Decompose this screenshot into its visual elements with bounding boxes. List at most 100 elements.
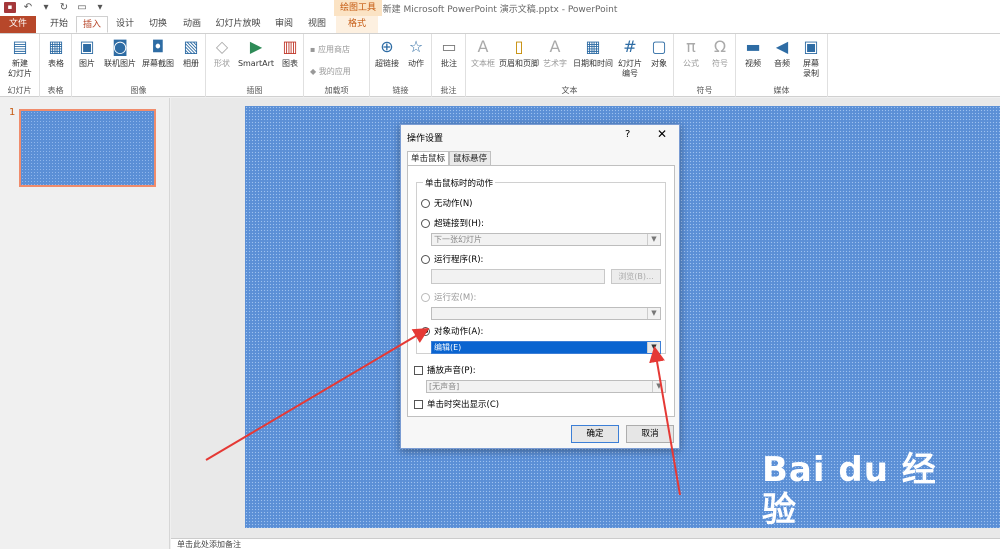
tab-animations[interactable]: 动画 bbox=[177, 16, 207, 33]
speaker-icon: ◀ bbox=[775, 37, 789, 56]
tab-design[interactable]: 设计 bbox=[111, 16, 139, 33]
comment-button[interactable]: ▭ 批注 bbox=[435, 37, 463, 69]
tab-insert[interactable]: 插入 bbox=[76, 16, 108, 33]
group-links: ⊕ 超链接 ☆ 动作 链接 bbox=[370, 34, 432, 97]
group-tables: ▦ 表格 表格 bbox=[40, 34, 72, 97]
online-picture-button[interactable]: ◙ 联机图片 bbox=[102, 37, 138, 69]
radio-object-action[interactable]: 对象动作(A): bbox=[421, 325, 483, 337]
macro-select[interactable]: ▼ bbox=[431, 307, 661, 320]
slide-thumbnail[interactable] bbox=[19, 109, 156, 187]
radio-run-macro-circle[interactable] bbox=[421, 292, 430, 302]
group-illustrations: ◇ 形状 ▶ SmartArt ▥ 图表 插图 bbox=[206, 34, 304, 97]
picture-icon: ▣ bbox=[79, 37, 95, 56]
radio-none[interactable]: 无动作(N) bbox=[421, 197, 473, 209]
slide-thumbnail-pane: 1 bbox=[0, 98, 170, 549]
screen-recording-button[interactable]: ▣ 屏幕 录制 bbox=[796, 37, 826, 79]
table-icon: ▦ bbox=[48, 37, 64, 56]
radio-object-action-circle[interactable] bbox=[421, 326, 430, 336]
equation-button[interactable]: π 公式 bbox=[677, 37, 705, 69]
hyperlink-select[interactable]: 下一张幻灯片 ▼ bbox=[431, 233, 661, 246]
textbox-button[interactable]: A 文本框 bbox=[468, 37, 498, 69]
group-comments: ▭ 批注 批注 bbox=[432, 34, 466, 97]
online-picture-icon: ◙ bbox=[112, 37, 128, 56]
my-apps-button[interactable]: ◆ 我的应用 bbox=[310, 66, 351, 77]
highlight-checkbox[interactable]: 单击时突出显示(C) bbox=[414, 398, 499, 410]
action-button[interactable]: ☆ 动作 bbox=[403, 37, 429, 69]
new-slide-button[interactable]: ▤ 新建 幻灯片 bbox=[3, 37, 37, 79]
screen-recording-icon: ▣ bbox=[803, 37, 819, 56]
table-button[interactable]: ▦ 表格 bbox=[42, 37, 70, 69]
new-slide-icon: ▤ bbox=[12, 37, 28, 56]
baidu-watermark: Bai du 经验 jingyan.baidu.com bbox=[762, 450, 962, 549]
play-sound-checkbox[interactable]: 播放声音(P): bbox=[414, 364, 476, 376]
ok-button[interactable]: 确定 bbox=[571, 425, 619, 443]
tab-review[interactable]: 审阅 bbox=[269, 16, 299, 33]
object-button[interactable]: ▢ 对象 bbox=[646, 37, 672, 69]
radio-run-program[interactable]: 运行程序(R): bbox=[421, 253, 483, 265]
chevron-down-icon[interactable]: ▼ bbox=[647, 342, 660, 353]
tab-home[interactable]: 开始 bbox=[44, 16, 74, 33]
ribbon-tabs: 文件 开始 插入 设计 切换 动画 幻灯片放映 审阅 视图 格式 bbox=[0, 16, 1000, 33]
highlight-check[interactable] bbox=[414, 399, 423, 409]
cancel-button[interactable]: 取消 bbox=[626, 425, 674, 443]
hyperlink-icon: ⊕ bbox=[380, 37, 394, 56]
chevron-down-icon[interactable]: ▼ bbox=[647, 308, 660, 319]
play-sound-check[interactable] bbox=[414, 365, 423, 375]
radio-hyperlink-circle[interactable] bbox=[421, 218, 430, 228]
group-images: ▣ 图片 ◙ 联机图片 ◘ 屏幕截图 ▧ 相册 图像 bbox=[72, 34, 206, 97]
sound-select[interactable]: [无声音] ▼ bbox=[426, 380, 666, 393]
video-button[interactable]: ▬ 视频 bbox=[739, 37, 767, 69]
group-addins: ▪ 应用商店 ◆ 我的应用 加载项 bbox=[304, 34, 370, 97]
shapes-button[interactable]: ◇ 形状 bbox=[209, 37, 235, 69]
context-tool-label: 绘图工具 bbox=[334, 0, 382, 16]
tab-mouse-over[interactable]: 鼠标悬停 bbox=[449, 151, 492, 166]
video-icon: ▬ bbox=[745, 37, 761, 56]
group-media: ▬ 视频 ◀ 音频 ▣ 屏幕 录制 媒体 bbox=[736, 34, 828, 97]
hyperlink-button[interactable]: ⊕ 超链接 bbox=[373, 37, 401, 69]
my-apps-icon: ◆ bbox=[310, 67, 319, 76]
browse-button[interactable]: 浏览(B)... bbox=[611, 269, 661, 284]
audio-button[interactable]: ◀ 音频 bbox=[768, 37, 796, 69]
chart-button[interactable]: ▥ 图表 bbox=[278, 37, 302, 69]
tab-view[interactable]: 视图 bbox=[302, 16, 332, 33]
group-slides: ▤ 新建 幻灯片 幻灯片 bbox=[0, 34, 40, 97]
comment-icon: ▭ bbox=[441, 37, 457, 56]
radio-hyperlink[interactable]: 超链接到(H): bbox=[421, 217, 484, 229]
program-path-input[interactable] bbox=[431, 269, 605, 284]
header-footer-icon: ▯ bbox=[514, 37, 524, 56]
close-icon[interactable]: ✕ bbox=[657, 127, 667, 141]
album-icon: ▧ bbox=[183, 37, 199, 56]
store-button[interactable]: ▪ 应用商店 bbox=[310, 44, 350, 55]
help-button[interactable]: ? bbox=[625, 129, 630, 140]
datetime-button[interactable]: ▦ 日期和时间 bbox=[570, 37, 616, 69]
screenshot-button[interactable]: ◘ 屏幕截图 bbox=[140, 37, 176, 69]
symbol-button[interactable]: Ω 符号 bbox=[706, 37, 734, 69]
slide-number-button[interactable]: # 幻灯片 编号 bbox=[616, 37, 644, 79]
group-text: A 文本框 ▯ 页眉和页脚 A 艺术字 ▦ 日期和时间 # 幻灯片 编号 ▢ 对… bbox=[466, 34, 674, 97]
ribbon: ▤ 新建 幻灯片 幻灯片 ▦ 表格 表格 ▣ 图片 ◙ 联机图片 ◘ 屏幕截图 … bbox=[0, 33, 1000, 97]
chevron-down-icon[interactable]: ▼ bbox=[652, 381, 665, 392]
tab-slideshow[interactable]: 幻灯片放映 bbox=[211, 16, 265, 33]
header-footer-button[interactable]: ▯ 页眉和页脚 bbox=[498, 37, 540, 69]
tab-mouse-click[interactable]: 单击鼠标 bbox=[407, 151, 450, 166]
radio-run-program-circle[interactable] bbox=[421, 254, 430, 264]
wordart-button[interactable]: A 艺术字 bbox=[540, 37, 570, 69]
chevron-down-icon[interactable]: ▼ bbox=[647, 234, 660, 245]
smartart-icon: ▶ bbox=[249, 37, 263, 56]
radio-run-macro[interactable]: 运行宏(M): bbox=[421, 291, 476, 303]
object-icon: ▢ bbox=[651, 37, 667, 56]
object-action-select[interactable]: 编辑(E) ▼ bbox=[431, 341, 661, 354]
store-icon: ▪ bbox=[310, 45, 318, 54]
calendar-icon: ▦ bbox=[585, 37, 601, 56]
tab-transitions[interactable]: 切换 bbox=[143, 16, 173, 33]
picture-button[interactable]: ▣ 图片 bbox=[74, 37, 100, 69]
tab-file[interactable]: 文件 bbox=[0, 16, 36, 33]
smartart-button[interactable]: ▶ SmartArt bbox=[236, 37, 276, 69]
album-button[interactable]: ▧ 相册 bbox=[178, 37, 204, 69]
wordart-icon: A bbox=[549, 37, 561, 56]
pi-icon: π bbox=[686, 37, 696, 56]
radio-none-circle[interactable] bbox=[421, 198, 430, 208]
tab-format[interactable]: 格式 bbox=[336, 16, 378, 33]
chart-icon: ▥ bbox=[282, 37, 298, 56]
slide-number-icon: # bbox=[623, 37, 637, 56]
